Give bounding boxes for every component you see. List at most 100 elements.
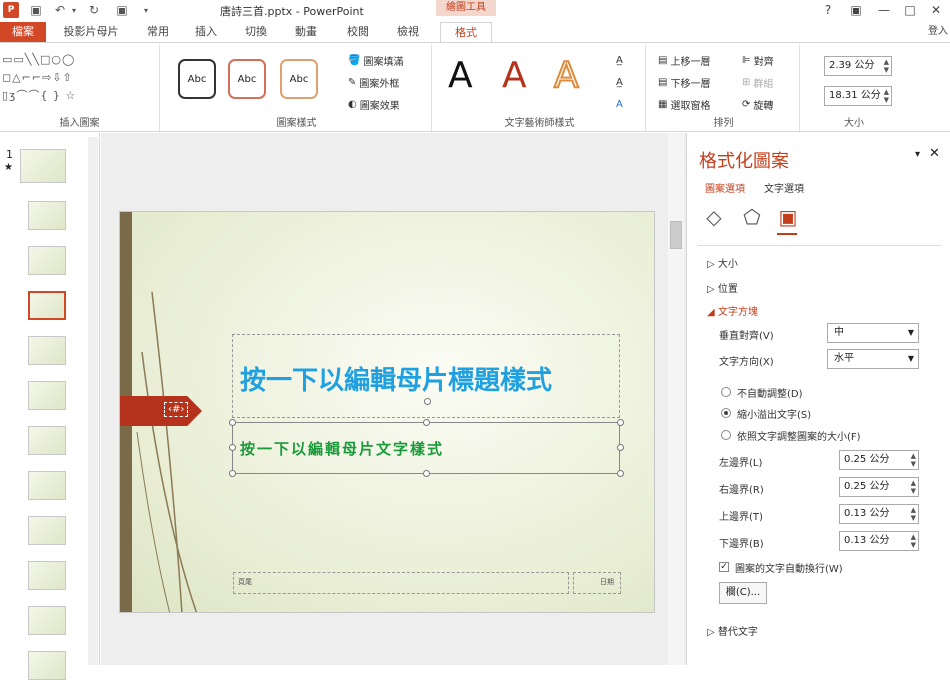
shape-fill-button[interactable]: 🪣 圖案填滿 [348, 51, 403, 69]
slide-thumbnail[interactable] [28, 516, 66, 545]
wordart-outline-orange[interactable]: A [553, 54, 580, 97]
undo-dropdown-icon[interactable]: ▾ [66, 2, 82, 18]
wordart-red[interactable]: A [502, 55, 527, 96]
text-effects-icon[interactable]: A [616, 95, 623, 113]
spin-arrows-icon[interactable]: ▲ ▼ [911, 506, 916, 522]
sign-in-link[interactable]: 登入 [928, 22, 948, 37]
height-input[interactable]: 2.39 公分 ▲ ▼ [824, 56, 892, 76]
close-pane-icon[interactable]: ✕ [929, 146, 940, 161]
slide-thumbnail[interactable] [28, 606, 66, 635]
shape-outline-button[interactable]: ✎ 圖案外框 [348, 73, 399, 91]
slide-thumbnail[interactable] [28, 201, 66, 230]
presentation-icon[interactable]: ▣ [114, 2, 130, 18]
resize-handle-icon[interactable] [617, 444, 624, 451]
tab-text-options[interactable]: 文字選項 [764, 180, 804, 195]
textbox-icon[interactable]: ▣ [775, 205, 801, 231]
slide-thumbnail[interactable] [28, 651, 66, 680]
spin-arrows-icon[interactable]: ▲ ▼ [884, 88, 889, 104]
tab-transitions[interactable]: 切換 [236, 22, 276, 42]
resize-handle-icon[interactable] [423, 470, 430, 477]
rotate-handle-icon[interactable] [424, 398, 431, 405]
slide-thumbnail[interactable] [20, 149, 66, 183]
resize-handle-icon[interactable] [229, 470, 236, 477]
selection-pane-button[interactable]: ▦ 選取窗格 [658, 95, 710, 113]
drawing-tools-context-label: 繪圖工具 [436, 0, 496, 16]
text-direction-dropdown[interactable]: 水平 ▼ [827, 349, 919, 369]
text-fill-icon[interactable]: A̲ [616, 51, 623, 69]
slide-thumbnail[interactable] [28, 246, 66, 275]
right-margin-input[interactable]: 0.25 公分 ▲ ▼ [839, 477, 919, 497]
wordart-styles-label: 文字藝術師樣式 [504, 118, 575, 129]
fill-icon[interactable]: ◇ [701, 205, 727, 231]
send-backward-button[interactable]: ▤ 下移一層 [658, 73, 710, 91]
align-button[interactable]: ⊫ 對齊 [742, 51, 774, 69]
shape-style-orange[interactable]: Abc [280, 59, 318, 99]
subtitle-text[interactable]: 按一下以編輯母片文字樣式 [240, 438, 444, 459]
radio-no-autofit[interactable] [721, 387, 731, 397]
minimize-icon[interactable]: — [874, 1, 894, 19]
resize-handle-icon[interactable] [423, 419, 430, 426]
wrap-text-checkbox[interactable]: ✓ [719, 562, 729, 572]
slide-thumbnail[interactable] [28, 336, 66, 365]
maximize-icon[interactable]: □ [900, 1, 920, 19]
resize-handle-icon[interactable] [229, 444, 236, 451]
resize-handle-icon[interactable] [617, 419, 624, 426]
tab-review[interactable]: 校閱 [338, 22, 378, 42]
canvas-scrollbar[interactable] [668, 133, 684, 665]
slide-number-placeholder[interactable]: ‹#› [164, 402, 189, 417]
columns-button[interactable]: 欄(C)... [719, 582, 767, 604]
spin-arrows-icon[interactable]: ▲ ▼ [884, 58, 889, 74]
slide-thumbnail[interactable] [28, 291, 66, 320]
left-margin-input[interactable]: 0.25 公分 ▲ ▼ [839, 450, 919, 470]
tab-slide-master[interactable]: 投影片母片 [56, 22, 126, 42]
tab-view[interactable]: 檢視 [388, 22, 428, 42]
close-window-icon[interactable]: ✕ [926, 1, 946, 19]
spin-arrows-icon[interactable]: ▲ ▼ [911, 452, 916, 468]
ribbon-display-icon[interactable]: ▣ [846, 1, 866, 19]
text-outline-icon[interactable]: A̲ [616, 73, 623, 91]
tab-file[interactable]: 檔案 [0, 22, 46, 42]
section-textbox[interactable]: ◢ 文字方塊 [707, 303, 758, 318]
footer-placeholder[interactable] [233, 572, 569, 594]
tab-animations[interactable]: 動畫 [286, 22, 326, 42]
slide-master[interactable]: ‹#› 按一下以編輯母片標題樣式 按一下以編輯母片文字樣式 頁尾 日期 [119, 211, 655, 613]
radio-shrink-overflow[interactable] [721, 408, 731, 418]
resize-handle-icon[interactable] [229, 419, 236, 426]
group-button[interactable]: ⊞ 群組 [742, 73, 773, 91]
section-position[interactable]: ▷ 位置 [707, 280, 738, 295]
slide-thumbnail[interactable] [28, 561, 66, 590]
save-icon[interactable]: ▣ [28, 2, 44, 18]
slide-thumbnail[interactable] [28, 426, 66, 455]
tab-home[interactable]: 常用 [138, 22, 178, 42]
tab-shape-options[interactable]: 圖案選項 [705, 180, 745, 195]
shape-effects-button[interactable]: ◐ 圖案效果 [348, 95, 400, 113]
wordart-black[interactable]: A [448, 55, 473, 96]
resize-handle-icon[interactable] [617, 470, 624, 477]
scrollbar-thumb[interactable] [670, 221, 682, 249]
customize-toolbar-icon[interactable]: ▾ [138, 2, 154, 18]
tab-format[interactable]: 格式 [440, 22, 492, 42]
vertical-align-dropdown[interactable]: 中 ▼ [827, 323, 919, 343]
help-icon[interactable]: ? [818, 1, 838, 19]
bring-forward-button[interactable]: ▤ 上移一層 [658, 51, 710, 69]
spin-arrows-icon[interactable]: ▲ ▼ [911, 479, 916, 495]
pane-options-icon[interactable]: ▾ [915, 149, 920, 160]
shape-style-dark[interactable]: Abc [178, 59, 216, 99]
tab-insert[interactable]: 插入 [186, 22, 226, 42]
title-text[interactable]: 按一下以編輯母片標題樣式 [240, 360, 552, 397]
slide-thumbnail[interactable] [28, 381, 66, 410]
redo-icon[interactable]: ↻ [86, 2, 102, 18]
shape-style-red[interactable]: Abc [228, 59, 266, 99]
thumbnails-scrollbar[interactable] [88, 137, 98, 665]
bottom-margin-input[interactable]: 0.13 公分 ▲ ▼ [839, 531, 919, 551]
section-alt-text[interactable]: ▷ 替代文字 [707, 623, 758, 638]
section-size[interactable]: ▷ 大小 [707, 255, 738, 270]
slide-thumbnail[interactable] [28, 471, 66, 500]
pentagon-icon[interactable]: ⬠ [739, 205, 765, 231]
shapes-gallery[interactable]: ▭▭╲╲□○◯ ◻△⌐⌐⇨⇩⇧ ▯ʒ⌒⌒{ } ☆ [2, 51, 120, 107]
spin-arrows-icon[interactable]: ▲ ▼ [911, 533, 916, 549]
width-input[interactable]: 18.31 公分 ▲ ▼ [824, 86, 892, 106]
radio-resize-shape[interactable] [721, 430, 731, 440]
rotate-button[interactable]: ⟳ 旋轉 [742, 95, 773, 113]
top-margin-input[interactable]: 0.13 公分 ▲ ▼ [839, 504, 919, 524]
